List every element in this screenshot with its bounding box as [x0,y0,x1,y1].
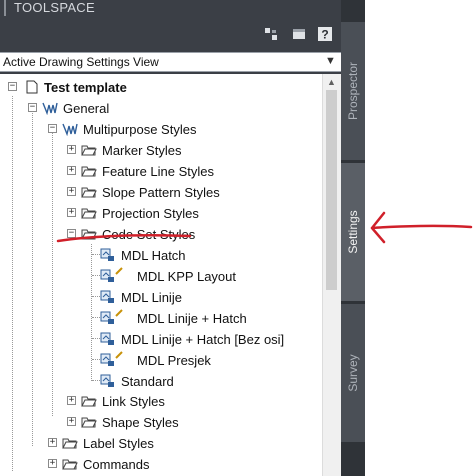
tree-item-code-set[interactable]: MDL Linije + Hatch [0,308,322,329]
tree-item-code-set[interactable]: MDL KPP Layout [0,266,322,287]
tree-item-label: Label Styles [83,436,154,451]
item-view-icon[interactable] [264,27,278,41]
open-folder-icon [81,229,97,240]
folder-icon [81,396,97,407]
tree-item-label: Marker Styles [102,143,182,158]
tree-item-label-styles[interactable]: + Label Styles [0,433,322,454]
tree-item-code-set[interactable]: MDL Presjek [0,350,322,371]
expand-toggle[interactable]: + [67,187,76,196]
vertical-scrollbar[interactable]: ▲ [322,74,341,476]
toolbar: ? [0,18,341,52]
tree-item-label: Projection Styles [102,206,199,221]
tab-label: Survey [346,354,360,392]
collapse-toggle[interactable]: − [28,103,37,112]
tab-label: Prospector [346,61,360,121]
code-set-style-icon [100,269,114,282]
arrow-shaft-annotation [370,224,473,230]
tree-item-code-set[interactable]: MDL Linije [0,287,322,308]
tab-survey[interactable]: Survey [341,304,365,442]
help-glyph: ? [321,28,328,42]
tree-item-label: Standard [121,374,174,389]
collapse-toggle[interactable]: − [48,124,57,133]
folder-icon [81,208,97,219]
panel-title-bar[interactable]: TOOLSPACE [0,0,341,18]
code-set-style-icon [100,311,114,324]
tree-item-label: MDL Presjek [137,353,211,368]
expand-toggle[interactable]: + [67,417,76,426]
code-set-style-icon [100,374,114,387]
tree-item-code-set-styles[interactable]: − Code Set Styles [0,224,322,245]
code-set-style-icon [100,332,114,345]
tree-item-projection-styles[interactable]: + Projection Styles [0,203,322,224]
collapse-toggle[interactable]: − [8,82,17,91]
folder-icon [81,145,97,156]
arrow-head-annotation [370,211,386,244]
edit-flag-icon [115,267,123,275]
folder-icon [62,459,78,470]
tree-item-slope-pattern-styles[interactable]: + Slope Pattern Styles [0,182,322,203]
tree-item-shape-styles[interactable]: + Shape Styles [0,412,322,433]
tree-item-label: Test template [44,80,127,95]
tree-item-root[interactable]: − Test template [0,77,322,98]
view-selector-value: Active Drawing Settings View [3,55,159,69]
tree-item-commands[interactable]: + Commands [0,454,322,475]
tree-item-label: MDL Hatch [121,248,186,263]
edit-flag-icon [115,351,123,359]
code-set-style-icon [100,290,114,303]
tree-item-label: Multipurpose Styles [83,122,197,137]
edit-flag-icon [115,309,123,317]
collapse-toggle[interactable]: − [67,229,76,238]
folder-icon [81,417,97,428]
help-icon[interactable]: ? [318,27,332,41]
tree-item-label: Commands [83,457,150,472]
tree-item-label: Code Set Styles [102,227,196,242]
toolspace-panel: TOOLSPACE ? Active Drawing Settings View… [0,0,341,476]
title-grip[interactable] [4,0,6,16]
drawing-icon [26,80,38,94]
folder-icon [81,166,97,177]
expand-toggle[interactable]: + [48,459,57,468]
tree-item-label: MDL KPP Layout [137,269,236,284]
tab-prospector[interactable]: Prospector [341,22,365,160]
panel-title: TOOLSPACE [14,0,95,15]
expand-toggle[interactable]: + [67,166,76,175]
tree-item-label: Slope Pattern Styles [102,185,220,200]
expand-toggle[interactable]: + [67,145,76,154]
tree-item-label: General [63,101,110,116]
tree-item-label: Shape Styles [102,415,179,430]
tree-item-link-styles[interactable]: + Link Styles [0,391,322,412]
expand-toggle[interactable]: + [48,438,57,447]
tree-item-label: Link Styles [102,394,165,409]
tree-item-code-set[interactable]: Standard [0,371,322,392]
panorama-icon[interactable] [292,27,306,41]
tree-item-label: Feature Line Styles [102,164,215,179]
chevron-down-icon[interactable]: ▼ [325,55,336,67]
code-set-style-icon [100,353,114,366]
folder-icon [62,438,78,449]
tree-item-code-set[interactable]: MDL Hatch [0,245,322,266]
code-set-style-icon [100,248,114,261]
tree-item-label: MDL Linije + Hatch [Bez osi] [121,332,285,347]
expand-toggle[interactable]: + [67,208,76,217]
toolspace-tabs: Prospector Settings Survey [341,0,365,476]
tree-item-code-set[interactable]: MDL Linije + Hatch [Bez osi] [0,329,322,350]
tree-item-marker-styles[interactable]: + Marker Styles [0,140,322,161]
tree-item-feature-line-styles[interactable]: + Feature Line Styles [0,161,322,182]
style-collection-icon [62,123,78,136]
settings-tree: − Test template − General − Multipurpose… [0,74,322,476]
tab-settings[interactable]: Settings [341,163,365,301]
tree-item-multipurpose-styles[interactable]: − Multipurpose Styles [0,119,322,140]
expand-toggle[interactable]: + [67,396,76,405]
folder-icon [81,187,97,198]
tab-label: Settings [346,210,360,254]
tree-item-label: MDL Linije [121,290,182,305]
view-selector[interactable]: Active Drawing Settings View ▼ [0,52,341,72]
scroll-up-arrow-icon[interactable]: ▲ [327,77,336,87]
tree-item-label: MDL Linije + Hatch [137,311,247,326]
tree-item-general[interactable]: − General [0,98,322,119]
style-collection-icon [42,102,58,115]
scrollbar-thumb[interactable] [326,90,337,290]
